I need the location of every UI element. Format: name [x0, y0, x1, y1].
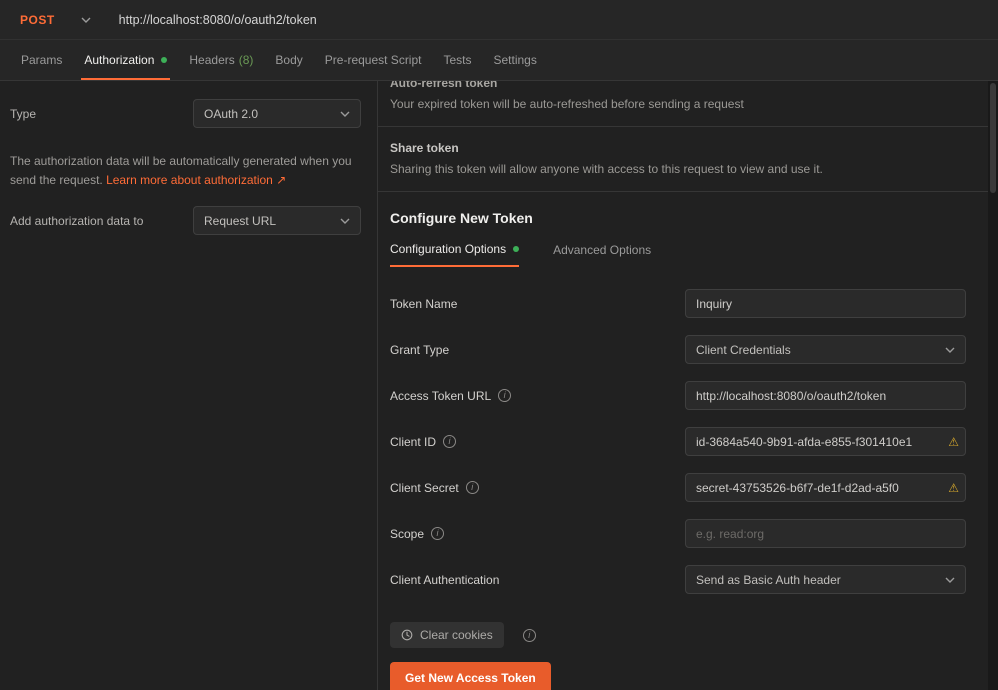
chevron-down-icon — [340, 111, 350, 117]
info-icon[interactable]: i — [522, 628, 536, 642]
share-token-title: Share token — [390, 141, 459, 155]
client-authentication-value: Send as Basic Auth header — [696, 572, 841, 587]
auth-left-panel: Type OAuth 2.0 The authorization data wi… — [0, 81, 378, 690]
tab-tests-label: Tests — [443, 53, 472, 67]
auth-type-select[interactable]: OAuth 2.0 — [193, 99, 361, 128]
info-icon[interactable]: i — [431, 527, 445, 540]
tab-params[interactable]: Params — [10, 40, 73, 80]
oauth-config-panel: Auto-refresh token Your expired token wi… — [378, 81, 988, 690]
auth-type-row: Type OAuth 2.0 — [10, 99, 361, 128]
info-icon[interactable]: i — [443, 435, 457, 448]
grant-type-row: Grant Type Client Credentials — [390, 335, 966, 364]
share-token-section: Share token Sharing this token will allo… — [390, 141, 966, 176]
scope-input[interactable] — [685, 519, 966, 548]
configure-new-token-title: Configure New Token — [390, 210, 533, 226]
grant-type-select[interactable]: Client Credentials — [685, 335, 966, 364]
tab-settings[interactable]: Settings — [483, 40, 548, 80]
client-id-row: Client ID i ⚠ — [390, 427, 966, 456]
auto-refresh-section: Auto-refresh token Your expired token wi… — [390, 81, 966, 111]
add-auth-data-row: Add authorization data to Request URL — [10, 206, 361, 236]
method-label: POST — [20, 12, 55, 27]
token-config-tabs: Configuration Options Advanced Options — [390, 242, 966, 267]
grant-type-label: Grant Type — [390, 342, 450, 357]
add-auth-data-select[interactable]: Request URL — [193, 206, 361, 236]
add-auth-data-value: Request URL — [204, 213, 277, 228]
clear-cookies-button[interactable]: Clear cookies — [390, 622, 504, 648]
scope-row: Scope i — [390, 519, 966, 548]
chevron-down-icon — [81, 17, 91, 23]
scope-label-text: Scope — [390, 526, 425, 541]
authorization-active-dot — [161, 57, 168, 63]
warning-icon[interactable]: ⚠ — [948, 435, 959, 449]
chevron-down-icon — [340, 218, 350, 224]
share-token-description: Sharing this token will allow anyone wit… — [390, 162, 823, 176]
tab-authorization[interactable]: Authorization — [73, 40, 178, 80]
configuration-active-dot — [513, 246, 520, 252]
section-divider — [378, 126, 988, 127]
token-name-input[interactable] — [685, 289, 966, 318]
access-token-url-label-text: Access Token URL — [390, 388, 492, 403]
auth-type-label: Type — [10, 106, 37, 121]
client-authentication-label: Client Authentication — [390, 572, 500, 587]
authorization-content: Type OAuth 2.0 The authorization data wi… — [0, 81, 998, 690]
tab-body[interactable]: Body — [264, 40, 313, 80]
auto-refresh-title: Auto-refresh token — [390, 81, 498, 90]
method-dropdown[interactable]: POST — [0, 0, 105, 39]
token-name-label: Token Name — [390, 296, 458, 311]
learn-more-link[interactable]: Learn more about authorization ↗ — [106, 173, 286, 187]
headers-count-badge: (8) — [238, 53, 254, 67]
tab-configuration-options[interactable]: Configuration Options — [390, 242, 520, 267]
access-token-url-input[interactable] — [685, 381, 966, 410]
scrollbar-thumb[interactable] — [990, 83, 996, 193]
access-token-url-row: Access Token URL i — [390, 381, 966, 410]
request-tab-bar: Params Authorization Headers (8) Body Pr… — [0, 40, 998, 81]
client-secret-row: Client Secret i ⚠ — [390, 473, 966, 502]
warning-icon[interactable]: ⚠ — [948, 481, 959, 495]
tab-params-label: Params — [21, 53, 63, 67]
vertical-scrollbar[interactable] — [988, 81, 998, 690]
clock-icon — [401, 629, 413, 641]
tab-configuration-options-label: Configuration Options — [390, 242, 507, 256]
get-new-access-token-button[interactable]: Get New Access Token — [390, 662, 551, 690]
client-id-label-text: Client ID — [390, 434, 437, 449]
add-auth-data-label: Add authorization data to — [10, 213, 144, 228]
chevron-down-icon — [945, 577, 955, 583]
client-id-label: Client ID i — [390, 434, 457, 449]
auto-refresh-description: Your expired token will be auto-refreshe… — [390, 97, 744, 111]
client-secret-label-text: Client Secret — [390, 480, 459, 495]
scope-label: Scope i — [390, 526, 445, 541]
tab-body-label: Body — [275, 53, 303, 67]
token-name-row: Token Name — [390, 289, 966, 318]
tab-tests[interactable]: Tests — [432, 40, 482, 80]
auth-type-value: OAuth 2.0 — [204, 106, 259, 121]
tab-headers-label: Headers — [189, 53, 235, 67]
client-secret-input[interactable] — [685, 473, 966, 502]
tab-pre-request-label: Pre-request Script — [324, 53, 422, 67]
section-divider — [378, 191, 988, 192]
token-config-form: Token Name Grant Type Client Credentials — [390, 289, 966, 594]
info-icon[interactable]: i — [498, 389, 512, 402]
tab-pre-request-script[interactable]: Pre-request Script — [314, 40, 433, 80]
grant-type-value: Client Credentials — [696, 342, 791, 357]
url-input[interactable] — [104, 0, 998, 39]
access-token-url-label: Access Token URL i — [390, 388, 512, 403]
chevron-down-icon — [945, 347, 955, 353]
request-bar: POST — [0, 0, 998, 40]
client-secret-label: Client Secret i — [390, 481, 479, 495]
client-authentication-select[interactable]: Send as Basic Auth header — [685, 565, 966, 594]
auth-description: The authorization data will be automatic… — [10, 152, 361, 190]
tab-headers[interactable]: Headers (8) — [178, 40, 264, 80]
info-icon[interactable]: i — [465, 481, 479, 494]
app-window: POST Params Authorization Headers (8) Bo… — [0, 0, 998, 690]
tab-authorization-label: Authorization — [84, 53, 155, 67]
tab-advanced-options[interactable]: Advanced Options — [553, 242, 651, 267]
client-id-input[interactable] — [685, 427, 966, 456]
tab-settings-label: Settings — [493, 53, 537, 67]
token-actions: Clear cookies i — [390, 622, 966, 648]
clear-cookies-label: Clear cookies — [420, 628, 493, 642]
tab-advanced-options-label: Advanced Options — [553, 243, 652, 257]
client-authentication-row: Client Authentication Send as Basic Auth… — [390, 565, 966, 594]
